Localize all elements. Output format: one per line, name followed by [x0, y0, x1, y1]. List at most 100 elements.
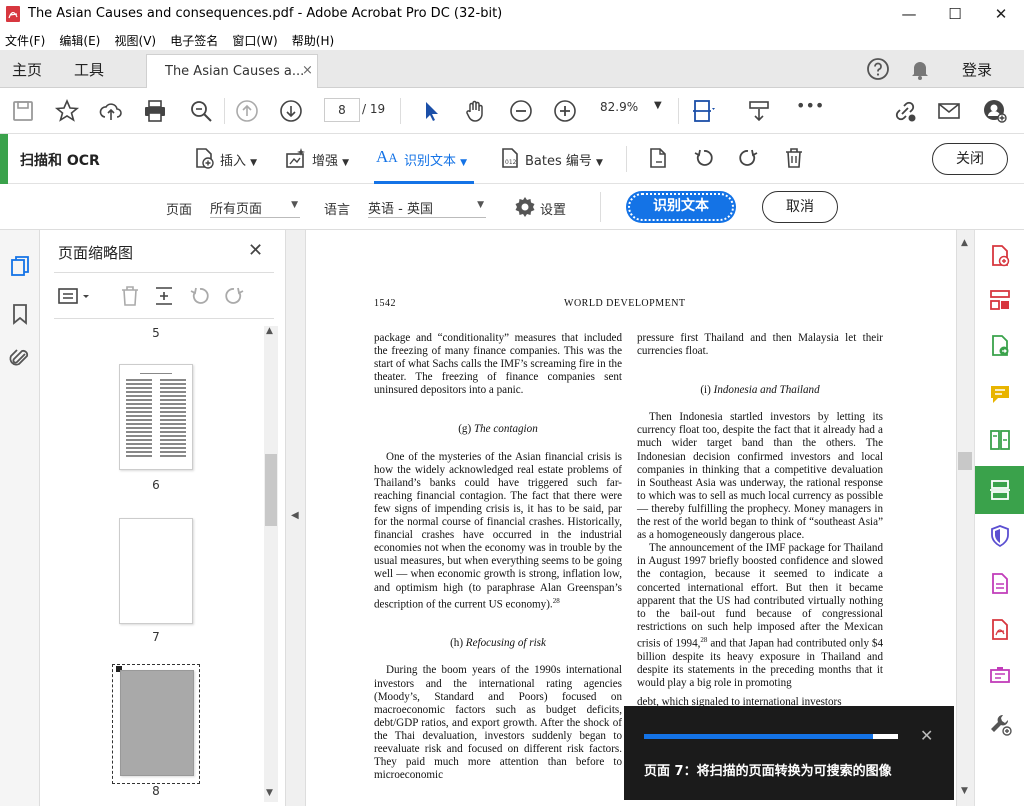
- document-scroll-thumb[interactable]: [958, 452, 972, 470]
- save-icon[interactable]: [10, 98, 36, 124]
- insert-page-icon[interactable]: [192, 146, 216, 170]
- page-thumbnails-icon[interactable]: [8, 254, 32, 278]
- cancel-button[interactable]: 取消: [762, 191, 838, 223]
- wrench-icon[interactable]: [988, 712, 1012, 736]
- menu-esign[interactable]: 电子签名: [165, 28, 223, 49]
- insert-page-icon[interactable]: [152, 284, 176, 308]
- language-label: 语言: [324, 203, 351, 218]
- enhance-icon[interactable]: [284, 146, 308, 170]
- tab-close-icon[interactable]: ×: [302, 63, 313, 78]
- close-tool-button[interactable]: 关闭: [932, 143, 1008, 175]
- rotate-right-icon[interactable]: [222, 284, 246, 308]
- page-extract-icon[interactable]: [646, 146, 670, 170]
- pdf-file-icon[interactable]: [988, 618, 1012, 642]
- menu-window[interactable]: 窗口(W): [227, 28, 282, 49]
- scroll-down-icon[interactable]: ▼: [266, 788, 273, 798]
- more-tools-icon[interactable]: •••: [796, 96, 824, 122]
- attachment-icon[interactable]: [8, 346, 32, 370]
- scroll-up-icon[interactable]: ▲: [961, 238, 968, 248]
- scroll-up-icon[interactable]: ▲: [266, 326, 273, 336]
- export-pdf-icon[interactable]: [988, 334, 1012, 358]
- language-select[interactable]: 英语 - 英国 ▼: [368, 194, 486, 218]
- cloud-upload-icon[interactable]: [98, 98, 124, 124]
- select-cursor-icon[interactable]: [418, 98, 444, 124]
- zoom-search-icon[interactable]: [188, 98, 214, 124]
- menu-help[interactable]: 帮助(H): [287, 28, 339, 49]
- chevron-down-icon: ▼: [477, 200, 484, 210]
- mail-icon[interactable]: [936, 98, 962, 124]
- bates-label: Bates 编号: [525, 154, 592, 169]
- recognize-text-menu[interactable]: 识别文本 ▼: [404, 150, 467, 169]
- tool-indicator: [0, 134, 8, 184]
- recognize-text-button[interactable]: 识别文本: [626, 191, 736, 223]
- maximize-button[interactable]: ☐: [932, 0, 978, 28]
- rotate-right-icon[interactable]: [736, 146, 760, 170]
- main-toolbar: 8 / 19 82.9% ▼ •••: [0, 88, 1024, 134]
- page-thumbnail[interactable]: [120, 670, 194, 776]
- close-icon[interactable]: ✕: [248, 240, 263, 261]
- bates-icon[interactable]: 012: [498, 146, 522, 170]
- scroll-mode-icon[interactable]: [746, 98, 772, 124]
- recognize-text-icon[interactable]: AA: [376, 147, 398, 167]
- menu-edit[interactable]: 编辑(E): [54, 28, 105, 49]
- gear-icon[interactable]: [514, 196, 536, 218]
- compare-files-icon[interactable]: [988, 428, 1012, 452]
- page-fit-icon[interactable]: [690, 98, 716, 124]
- panel-splitter[interactable]: ◀: [286, 230, 306, 806]
- tab-document[interactable]: The Asian Causes a... ×: [146, 54, 318, 88]
- link-share-icon[interactable]: [892, 98, 918, 124]
- page-number-input[interactable]: 8: [324, 98, 360, 122]
- bates-menu[interactable]: Bates 编号 ▼: [525, 150, 603, 169]
- enhance-menu[interactable]: 增强 ▼: [312, 150, 349, 169]
- minimize-button[interactable]: —: [886, 0, 932, 28]
- close-icon[interactable]: ✕: [920, 726, 933, 745]
- collapse-panel-icon[interactable]: ◀: [291, 510, 299, 521]
- zoom-out-icon[interactable]: [508, 98, 534, 124]
- settings-link[interactable]: 设置: [540, 199, 566, 218]
- create-pdf-icon[interactable]: [988, 244, 1012, 268]
- paragraph-text: The announcement of the IMF package for …: [637, 542, 883, 650]
- menu-file[interactable]: 文件(F): [0, 28, 50, 49]
- tab-tools[interactable]: 工具: [74, 59, 104, 80]
- rotate-left-icon[interactable]: [188, 284, 212, 308]
- close-window-button[interactable]: ✕: [978, 0, 1024, 28]
- edit-pdf-icon[interactable]: [988, 572, 1012, 596]
- print-production-icon[interactable]: [988, 664, 1012, 688]
- delete-page-icon[interactable]: [118, 284, 142, 308]
- protect-shield-icon[interactable]: [988, 524, 1012, 548]
- right-tools-rail: [974, 230, 1024, 806]
- options-menu-icon[interactable]: [56, 284, 96, 308]
- star-icon[interactable]: [54, 98, 80, 124]
- page-down-icon[interactable]: [278, 98, 304, 124]
- zoom-level[interactable]: 82.9%: [600, 100, 638, 114]
- tab-row: 主页 工具 The Asian Causes a... × 登录: [0, 50, 1024, 88]
- thumbnail-scrollbar[interactable]: [264, 326, 278, 802]
- print-icon[interactable]: [142, 98, 168, 124]
- add-user-icon[interactable]: [982, 98, 1008, 124]
- thumbnail-scroll-thumb[interactable]: [265, 454, 277, 526]
- scan-ocr-icon[interactable]: [988, 478, 1012, 502]
- paragraph: Then Indonesia startled investors by let…: [637, 411, 883, 542]
- organize-pages-icon[interactable]: [988, 288, 1012, 312]
- hand-tool-icon[interactable]: [462, 98, 488, 124]
- page-up-icon[interactable]: [234, 98, 260, 124]
- comment-icon[interactable]: [988, 382, 1012, 406]
- page-select[interactable]: 所有页面 ▼: [210, 194, 300, 218]
- login-link[interactable]: 登录: [962, 59, 992, 80]
- right-column: pressure first Thailand and then Malaysi…: [637, 332, 883, 709]
- rotate-left-icon[interactable]: [692, 146, 716, 170]
- zoom-dropdown-icon[interactable]: ▼: [654, 100, 662, 111]
- running-head: WORLD DEVELOPMENT: [564, 298, 686, 309]
- page-thumbnail[interactable]: [119, 518, 193, 624]
- tab-home[interactable]: 主页: [12, 59, 42, 80]
- document-scrollbar[interactable]: ▲ ▼: [956, 230, 974, 806]
- delete-icon[interactable]: [782, 146, 806, 170]
- menu-view[interactable]: 视图(V): [110, 28, 162, 49]
- insert-menu[interactable]: 插入 ▼: [220, 150, 257, 169]
- bell-icon[interactable]: [908, 57, 932, 81]
- zoom-in-icon[interactable]: [552, 98, 578, 124]
- question-icon[interactable]: [866, 57, 890, 81]
- scroll-down-icon[interactable]: ▼: [961, 786, 968, 796]
- page-thumbnail[interactable]: [119, 364, 193, 470]
- bookmark-icon[interactable]: [8, 302, 32, 326]
